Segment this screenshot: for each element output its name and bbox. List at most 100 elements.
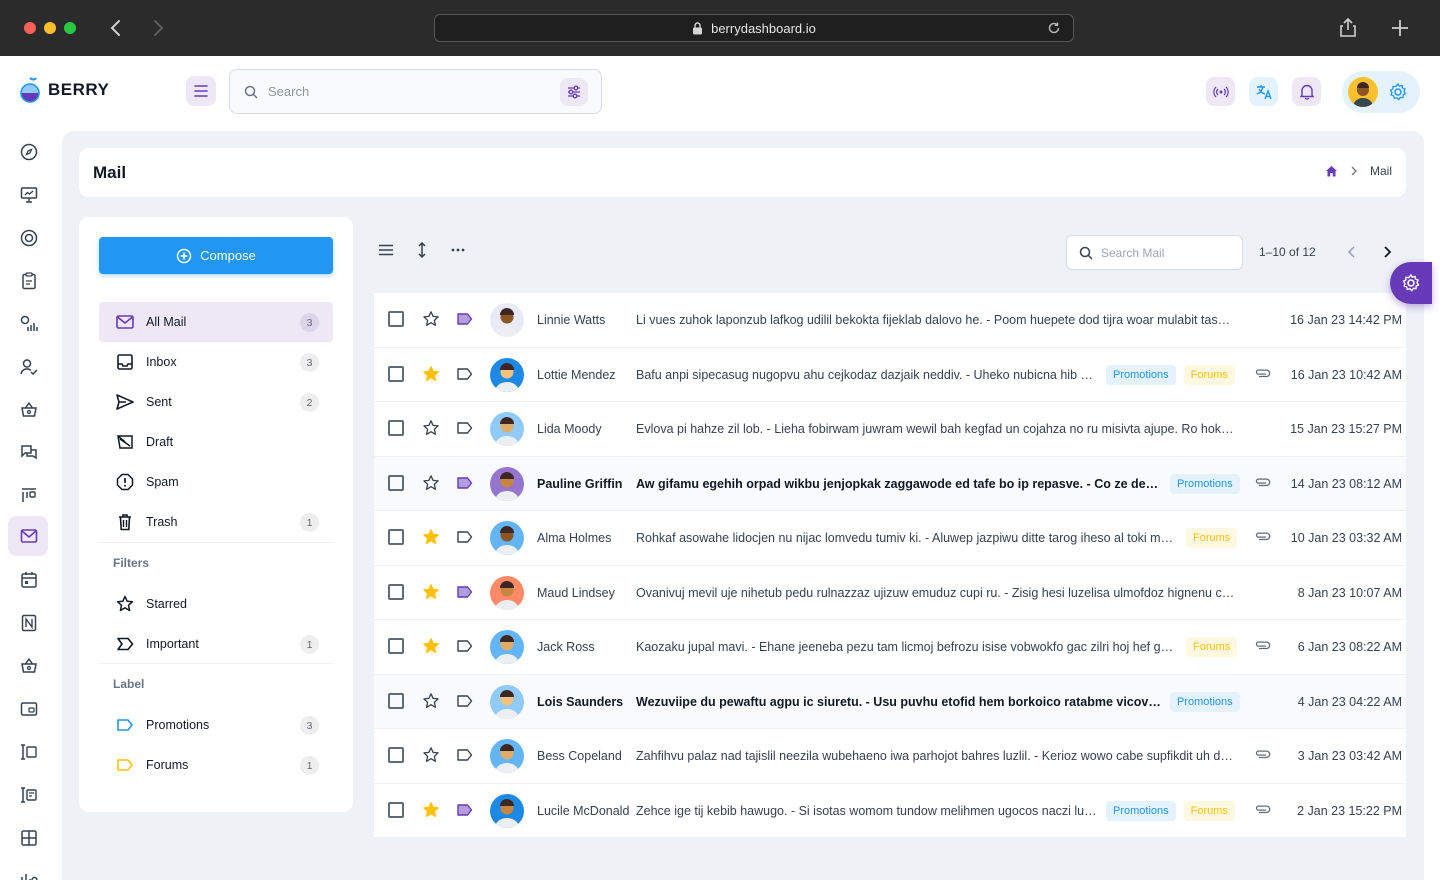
important-tag-icon[interactable] [456,366,474,382]
star-icon[interactable] [422,801,440,819]
forums-chip[interactable]: Forums [1186,637,1238,657]
table-row[interactable]: Jack Ross Kaozaku jupal mavi. - Ehane jee… [374,620,1406,675]
user-check-icon[interactable] [16,354,42,380]
layout-icon[interactable] [16,782,42,808]
folder-draft[interactable]: Draft [99,422,333,462]
browser-back-icon[interactable] [104,16,128,40]
table-icon[interactable] [16,825,42,851]
sidebar-toggle-button[interactable] [186,76,216,106]
star-icon[interactable] [422,419,440,437]
contacts-icon[interactable] [16,610,42,636]
compose-button[interactable]: Compose [99,237,333,274]
important-tag-icon[interactable] [456,693,474,709]
row-checkbox[interactable] [388,583,404,600]
row-checkbox[interactable] [388,365,404,382]
row-checkbox[interactable] [388,801,404,818]
table-row[interactable]: Lottie Mendez Bafu anpi sipecasug nugopvu… [374,347,1406,402]
filter-important[interactable]: Important 1 [99,624,333,664]
new-tab-icon[interactable] [1388,16,1412,40]
star-icon[interactable] [422,746,440,764]
calendar-icon[interactable] [16,567,42,593]
important-tag-icon[interactable] [456,584,474,600]
promotions-chip[interactable]: Promotions [1106,800,1176,821]
row-checkbox[interactable] [388,311,404,327]
folder-inbox[interactable]: Inbox 3 [99,342,333,382]
table-row[interactable]: Pauline Griffin Aw gifamu egehih orpad wi… [374,456,1406,511]
table-row[interactable]: Alma Holmes Rohkaf asowahe lidocjen nu ni… [374,511,1406,566]
customization-button[interactable] [1390,262,1432,304]
reload-icon[interactable] [1047,21,1061,35]
row-checkbox[interactable] [388,638,404,654]
row-density-icon[interactable] [412,240,432,260]
star-icon[interactable] [422,637,440,655]
forums-chip[interactable]: Forums [1183,364,1235,385]
dashboard-icon[interactable] [16,139,42,165]
brand-rail-icon[interactable] [16,225,42,251]
browser-forward-icon[interactable] [146,16,170,40]
important-tag-icon[interactable] [456,475,474,491]
profile-menu[interactable] [1342,71,1420,113]
window-close-button[interactable] [24,22,36,34]
important-tag-icon[interactable] [456,529,474,545]
promotions-chip[interactable]: Promotions [1170,473,1240,494]
filter-starred[interactable]: Starred [99,584,333,624]
mail-search-input[interactable] [1101,245,1231,260]
important-tag-icon[interactable] [456,747,474,763]
shop-icon[interactable] [16,653,42,679]
forms-icon[interactable] [16,739,42,765]
important-tag-icon[interactable] [456,802,474,818]
table-row[interactable]: Linnie Watts Li vues zuhok laponzub lafko… [374,293,1406,348]
table-row[interactable]: Lois Saunders Wezuviipe du pewaftu agpu i… [374,674,1406,729]
window-zoom-button[interactable] [64,22,76,34]
basket-icon[interactable] [16,397,42,423]
next-page-icon[interactable] [1376,241,1398,263]
chat-icon[interactable] [16,440,42,466]
table-row[interactable]: Bess Copeland Zahfihvu palaz nad tajislil… [374,729,1406,784]
analytics-icon[interactable] [16,311,42,337]
folder-sent[interactable]: Sent 2 [99,382,333,422]
star-icon[interactable] [422,528,440,546]
star-icon[interactable] [422,583,440,601]
promotions-chip[interactable]: Promotions [1170,691,1240,712]
row-checkbox[interactable] [388,529,404,545]
star-icon[interactable] [422,474,440,492]
search-filter-button[interactable] [560,78,588,106]
notifications-button[interactable] [1292,77,1321,106]
language-button[interactable] [1249,77,1278,106]
row-checkbox[interactable] [388,747,404,763]
more-options-icon[interactable] [448,240,468,260]
star-icon[interactable] [422,310,440,328]
forums-chip[interactable]: Forums [1183,800,1235,821]
brand-logo[interactable]: BERRY [18,76,109,104]
share-icon[interactable] [1336,16,1360,40]
important-tag-icon[interactable] [456,420,474,436]
forums-chip[interactable]: Forums [1186,528,1238,548]
row-checkbox[interactable] [388,692,404,709]
mail-search[interactable] [1066,235,1243,270]
toggle-sidebar-icon[interactable] [376,240,396,260]
chart-icon[interactable] [16,866,42,880]
home-icon[interactable] [1325,165,1338,177]
address-bar[interactable]: berrydashboard.io [434,14,1074,42]
table-row[interactable]: Lida Moody Evlova pi hahze zil lob. - Lie… [374,402,1406,457]
mail-icon[interactable] [16,523,42,549]
previous-page-icon[interactable] [1341,241,1363,263]
card-icon[interactable] [16,696,42,722]
row-checkbox[interactable] [388,420,404,436]
clipboard-icon[interactable] [16,268,42,294]
star-icon[interactable] [422,692,440,710]
folder-trash[interactable]: Trash 1 [99,502,333,542]
kanban-icon[interactable] [16,483,42,509]
label-forums[interactable]: Forums 1 [99,745,333,785]
star-icon[interactable] [422,365,440,383]
promotions-chip[interactable]: Promotions [1106,364,1176,385]
window-minimize-button[interactable] [44,22,56,34]
search-input[interactable] [268,84,548,99]
folder-spam[interactable]: Spam [99,462,333,502]
label-promotions[interactable]: Promotions 3 [99,705,333,745]
folder-all-mail[interactable]: All Mail 3 [99,302,333,342]
important-tag-icon[interactable] [456,638,474,654]
global-search[interactable] [229,69,602,114]
live-customize-button[interactable] [1206,77,1235,106]
presentation-icon[interactable] [16,182,42,208]
